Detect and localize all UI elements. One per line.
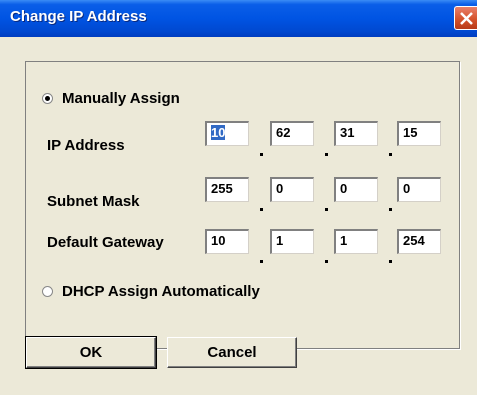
octet-separator [325, 260, 328, 263]
ip-address-octet-1[interactable]: 10 [205, 121, 249, 146]
dhcp-assign-option[interactable]: DHCP Assign Automatically [42, 283, 260, 300]
ip-address-octet-3[interactable]: 31 [334, 121, 378, 146]
octet-separator [260, 208, 263, 211]
default-gateway-octet-3[interactable]: 1 [334, 229, 378, 254]
octet-separator [260, 260, 263, 263]
close-icon [460, 12, 473, 25]
close-button[interactable] [454, 6, 477, 30]
subnet-mask-octet-2[interactable]: 0 [270, 177, 314, 202]
octet-separator [389, 208, 392, 211]
default-gateway-octet-4[interactable]: 254 [397, 229, 441, 254]
default-gateway-label: Default Gateway [47, 234, 164, 251]
ip-address-octet-1-value: 10 [211, 125, 226, 140]
dhcp-assign-label: DHCP Assign Automatically [62, 283, 260, 300]
octet-separator [325, 208, 328, 211]
default-gateway-octet-1[interactable]: 10 [205, 229, 249, 254]
dialog-body: Manually Assign IP Address 10 62 31 15 S… [0, 37, 477, 395]
subnet-mask-octet-3[interactable]: 0 [334, 177, 378, 202]
default-gateway-octet-2[interactable]: 1 [270, 229, 314, 254]
octet-separator [389, 153, 392, 156]
ip-address-label: IP Address [47, 137, 125, 154]
dhcp-assign-radio[interactable] [42, 286, 53, 297]
manual-assign-label: Manually Assign [62, 90, 180, 107]
ok-button[interactable]: OK [25, 336, 157, 369]
subnet-mask-octet-1[interactable]: 255 [205, 177, 249, 202]
ip-address-octet-4[interactable]: 15 [397, 121, 441, 146]
manual-assign-radio[interactable] [42, 93, 53, 104]
title-bar[interactable]: Change IP Address [0, 0, 477, 37]
window-title: Change IP Address [10, 8, 147, 25]
cancel-button[interactable]: Cancel [167, 337, 297, 368]
octet-separator [260, 153, 263, 156]
ip-address-octet-2[interactable]: 62 [270, 121, 314, 146]
subnet-mask-label: Subnet Mask [47, 193, 140, 210]
octet-separator [325, 153, 328, 156]
octet-separator [389, 260, 392, 263]
manual-assign-option[interactable]: Manually Assign [42, 90, 180, 107]
subnet-mask-octet-4[interactable]: 0 [397, 177, 441, 202]
